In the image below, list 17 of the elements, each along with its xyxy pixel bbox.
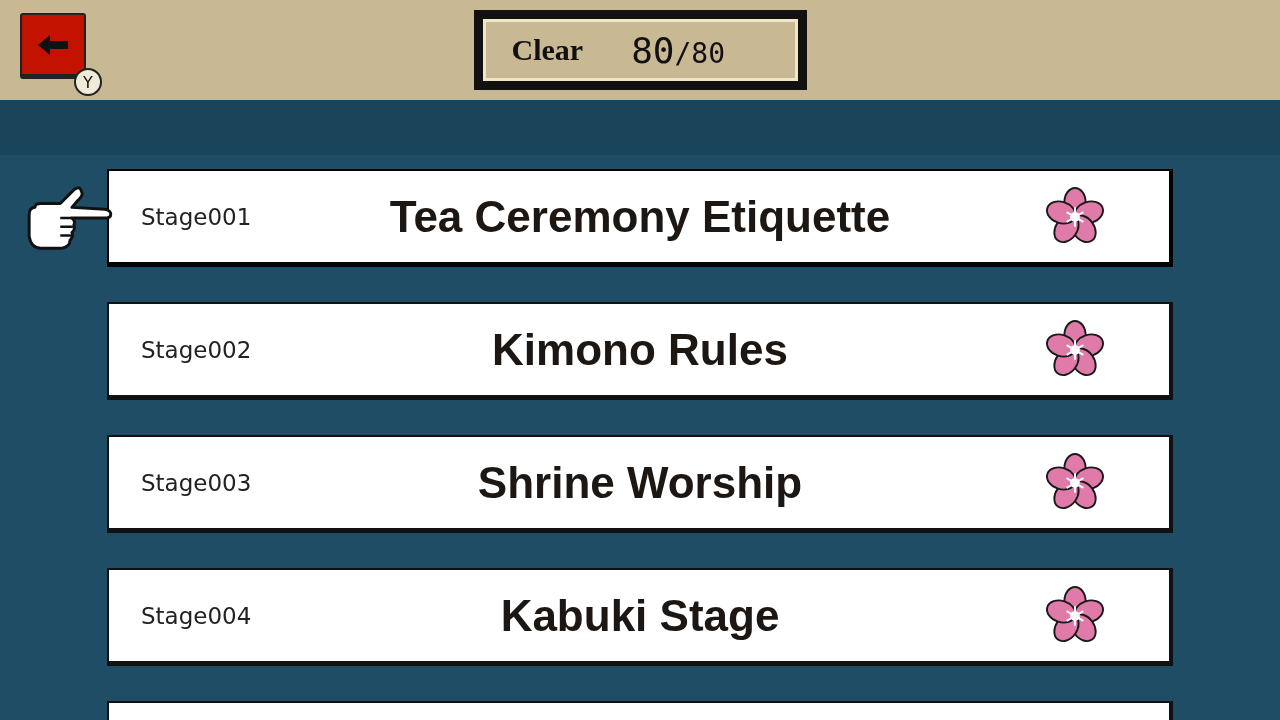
stage-title: Tea Ceremony Etiquette (388, 191, 892, 242)
stage-title: Kabuki Stage (499, 590, 781, 641)
stage-card[interactable]: Stage004 Kabuki Stage (107, 568, 1173, 666)
stage-number: Stage003 (141, 469, 253, 496)
key-hint: Y (74, 68, 102, 96)
score-total: /80 (674, 36, 726, 70)
stage-card[interactable]: Stage001 Tea Ceremony Etiquette (107, 169, 1173, 267)
stage-title: Shrine Worship (476, 457, 804, 508)
stage-card[interactable]: Stage003 Shrine Worship (107, 435, 1173, 533)
stage-card[interactable]: Stage002 Kimono Rules (107, 302, 1173, 400)
stage-number: Stage002 (141, 336, 253, 363)
score-value: 80 (631, 29, 675, 71)
stage-title: Kimono Rules (491, 324, 789, 375)
stage-number: Stage004 (141, 602, 253, 629)
score-label: Clear (511, 33, 584, 67)
left-arrow-icon (38, 34, 68, 55)
stage-number: Stage001 (141, 203, 253, 230)
